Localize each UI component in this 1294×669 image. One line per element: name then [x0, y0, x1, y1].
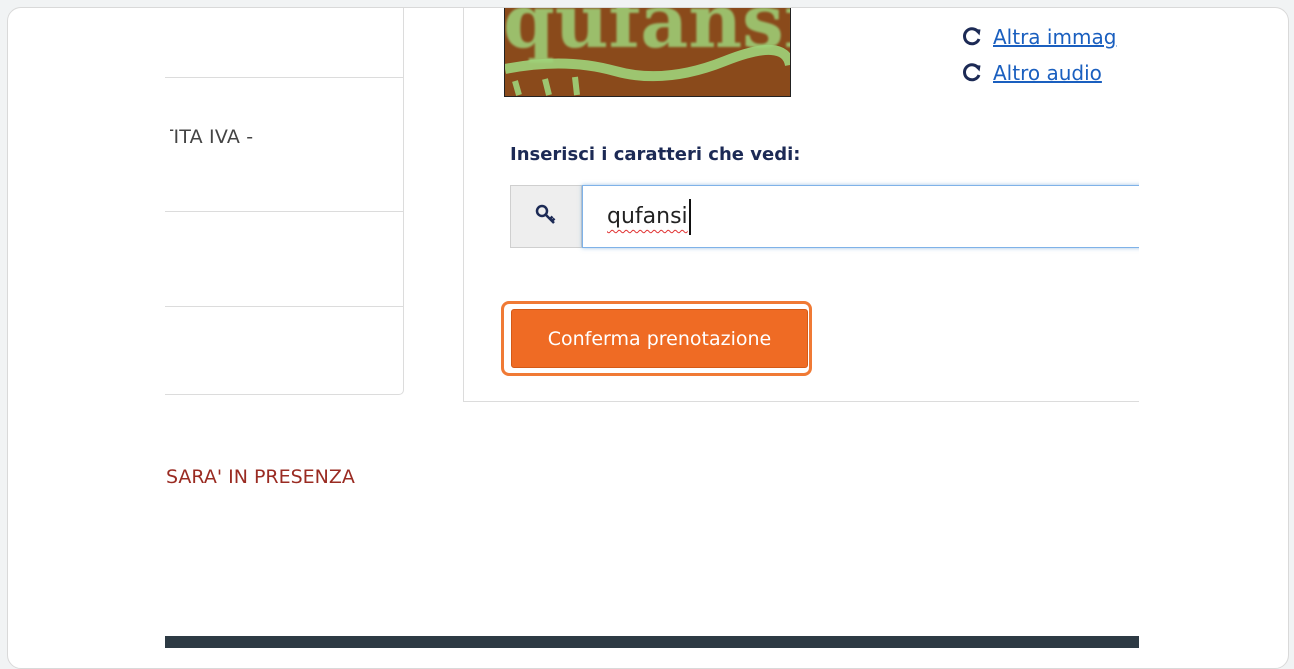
captcha-input-value: qufansi: [607, 204, 688, 229]
captcha-input-group: qufansi: [510, 185, 1139, 248]
attendance-notice: O SARA' IN PRESENZA: [165, 466, 355, 488]
captcha-field-label: Inserisci i caratteri che vedi:: [510, 144, 801, 165]
refresh-audio-link[interactable]: Altro audio: [961, 61, 1102, 85]
info-card-divider: [165, 306, 403, 307]
refresh-icon: [961, 62, 983, 84]
captcha-image: qufansi: [504, 8, 791, 97]
info-card-divider: [165, 211, 403, 212]
refresh-image-label: Altra immag: [993, 25, 1117, 49]
browser-frame: PARTITA IVA - qufansi Altra immag: [7, 7, 1289, 669]
info-card-divider: [165, 77, 403, 78]
captcha-input[interactable]: qufansi: [582, 185, 1139, 248]
info-card: PARTITA IVA -: [165, 8, 404, 395]
refresh-audio-label: Altro audio: [993, 61, 1102, 85]
input-addon: [510, 185, 582, 248]
partita-iva-label: PARTITA IVA -: [165, 126, 254, 148]
footer-bar: [165, 636, 1139, 648]
refresh-icon: [961, 26, 983, 48]
key-icon: [534, 203, 558, 231]
page-viewport: PARTITA IVA - qufansi Altra immag: [165, 8, 1139, 648]
confirm-booking-button[interactable]: Conferma prenotazione: [511, 309, 808, 368]
text-caret: [688, 198, 691, 235]
refresh-image-link[interactable]: Altra immag: [961, 25, 1116, 49]
